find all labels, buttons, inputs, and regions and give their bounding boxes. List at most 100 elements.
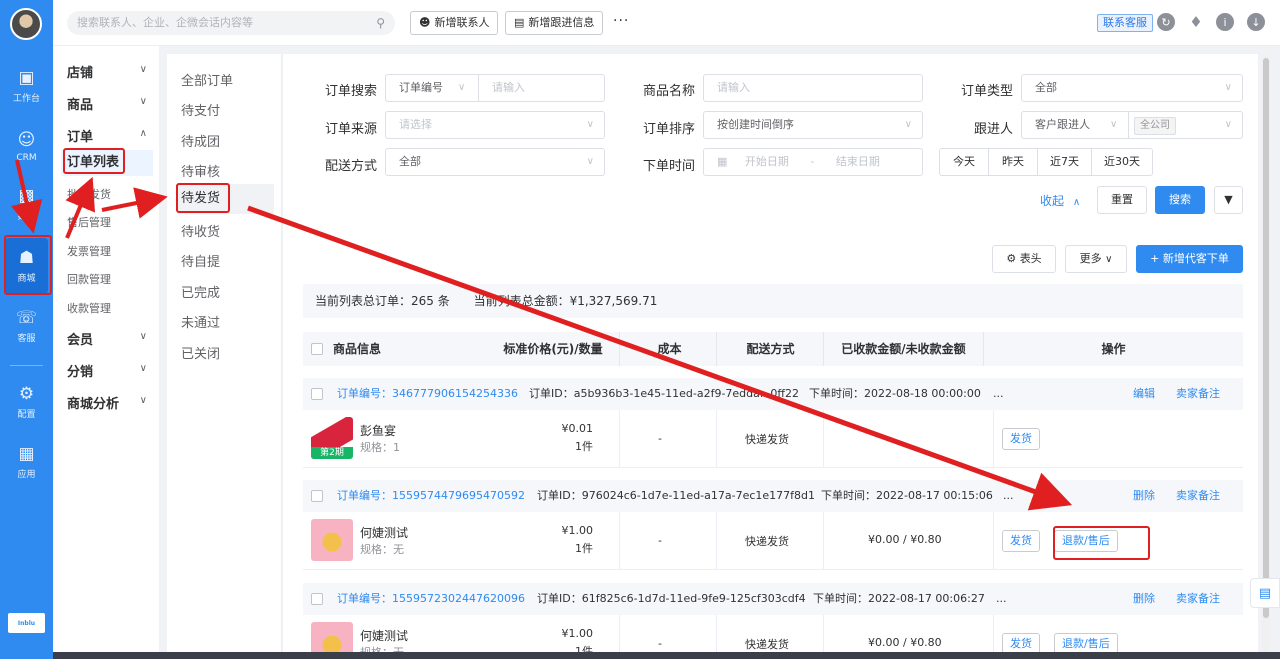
scrollbar[interactable] [1262,56,1270,654]
follower-select[interactable]: 客户跟进人 ∨ 全公司 ∨ [1021,111,1243,139]
chevron-down-icon: ∨ [139,395,147,406]
nav-group-member[interactable]: 会员 [67,329,93,348]
rail-item-apps[interactable]: ▦ 应用 [0,434,53,490]
end-date-input[interactable]: 结束日期 [836,155,880,168]
brand-logo: Inblu [8,613,45,633]
filter-icon[interactable]: ▼ [1214,186,1243,214]
collapse-filter-button[interactable]: 收起 ∧ [1040,192,1080,209]
status-closed[interactable]: 已关闭 [181,343,220,362]
divider [823,512,824,570]
more-menu-button[interactable]: ··· [613,13,629,29]
quick-today[interactable]: 今天 [939,148,989,176]
status-rejected[interactable]: 未通过 [181,312,220,331]
order-search-field[interactable]: 订单编号 ∨ 请输入 [385,74,605,102]
chevron-down-icon: ∨ [458,82,466,93]
rail-item-data[interactable]: ▩ 数据 [0,176,53,232]
global-search-input[interactable]: 搜索联系人、企业、企微会话内容等 ⚲ [67,11,395,35]
new-contact-button[interactable]: ☻ 新增联系人 [410,11,499,35]
more-label: 更多 [1079,252,1102,265]
sync-icon[interactable]: ↻ [1157,13,1175,31]
product-thumbnail: 第2期 [311,417,353,459]
rail-item-crm[interactable]: ☺ CRM [0,118,53,174]
order-sort-select[interactable]: 按创建时间倒序 ∨ [703,111,923,139]
nav-group-order[interactable]: 订单 [67,126,93,145]
order-type-select[interactable]: 全部 ∨ [1021,74,1243,102]
nav-invoice[interactable]: 发票管理 [67,243,111,259]
nav-group-store[interactable]: 店铺 [67,62,93,81]
contact-support-button[interactable]: 联系客服 [1097,14,1153,32]
search-button[interactable]: 搜索 [1155,186,1205,214]
status-pending-receive[interactable]: 待收货 [181,221,220,240]
order-checkbox[interactable] [311,593,323,605]
order-time-range[interactable]: ▦ 开始日期 - 结束日期 [703,148,923,176]
nav-batch-ship[interactable]: 批量发货 [67,186,111,202]
select-all-checkbox[interactable] [311,343,323,355]
nav-group-distribution[interactable]: 分销 [67,361,93,380]
taskbar-strip [53,652,1280,659]
nav-group-product[interactable]: 商品 [67,94,93,113]
status-pending-pay[interactable]: 待支付 [181,100,220,119]
nav-after-sale[interactable]: 售后管理 [67,214,111,230]
nav-payback[interactable]: 回款管理 [67,271,111,287]
nav-collection[interactable]: 收款管理 [67,300,111,316]
status-pending-review[interactable]: 待审核 [181,161,220,180]
order-time: 下单时间：2022-08-17 00:06:27 [813,592,985,605]
nav-group-analysis[interactable]: 商城分析 [67,393,119,412]
table-header-button[interactable]: ⚙ 表头 [992,245,1056,273]
order-search-type[interactable]: 订单编号 [399,81,443,94]
more-dropdown-button[interactable]: 更多 ∨ [1065,245,1127,273]
list-summary: 当前列表总订单：265 条 当前列表总金额：¥1,327,569.71 [303,284,1243,318]
quick-7days[interactable]: 近7天 [1037,148,1092,176]
rail-item-service[interactable]: ☏ 客服 [0,298,53,354]
status-pending-group[interactable]: 待成团 [181,131,220,150]
paid-unpaid-amount: ¥0.00 / ¥0.80 [868,533,942,546]
info-icon[interactable]: i [1216,13,1234,31]
book-icon[interactable]: ▤ [1250,578,1280,608]
rail-item-workbench[interactable]: ▣ 工作台 [0,58,53,114]
new-followup-button[interactable]: ▤ 新增跟进信息 [505,11,604,35]
delivery-select[interactable]: 全部 ∨ [385,148,605,176]
order-header: 订单编号：1559574479695470592 订单ID：976024c6-1… [303,480,1243,512]
product-name-input[interactable]: 请输入 [703,74,923,102]
status-pending-pickup[interactable]: 待自提 [181,251,220,270]
order-number-link[interactable]: 订单编号：1559574479695470592 [337,480,525,512]
new-followup-label: 新增跟进信息 [528,16,595,29]
order-checkbox[interactable] [311,388,323,400]
order-search-input[interactable]: 请输入 [478,75,525,101]
start-date-input[interactable]: 开始日期 [745,155,789,168]
bell-icon[interactable]: ♦ [1187,13,1205,31]
divider [716,410,717,468]
order-ellipsis: ... [993,387,1004,400]
delete-link[interactable]: 删除 [1133,480,1155,512]
divider [993,410,994,468]
add-proxy-order-button[interactable]: + 新增代客下单 [1136,245,1243,273]
reset-button[interactable]: 重置 [1097,186,1147,214]
user-avatar[interactable] [10,8,42,40]
order-time: 下单时间：2022-08-18 00:00:00 [809,387,981,400]
status-completed[interactable]: 已完成 [181,282,220,301]
seller-note-link[interactable]: 卖家备注 [1176,583,1220,615]
chevron-down-icon: ∨ [139,64,147,75]
order-source-select[interactable]: 请选择 ∨ [385,111,605,139]
scrollbar-thumb[interactable] [1263,58,1269,618]
quick-yesterday[interactable]: 昨天 [988,148,1038,176]
search-placeholder: 搜索联系人、企业、企微会话内容等 [77,16,253,29]
gear-icon: ⚙ [1006,252,1017,265]
product-price: ¥1.00 [561,524,594,537]
order-number-link[interactable]: 订单编号：346777906154254336 [337,378,518,410]
ship-button[interactable]: 发货 [1002,530,1040,552]
download-icon[interactable]: ↓ [1247,13,1265,31]
status-all[interactable]: 全部订单 [181,70,233,89]
seller-note-link[interactable]: 卖家备注 [1176,378,1220,410]
order-number-link[interactable]: 订单编号：1559572302447620096 [337,583,525,615]
ship-button[interactable]: 发货 [1002,428,1040,450]
order-checkbox[interactable] [311,490,323,502]
delete-link[interactable]: 删除 [1133,583,1155,615]
quick-30days[interactable]: 近30天 [1091,148,1153,176]
edit-link[interactable]: 编辑 [1133,378,1155,410]
rail-divider [10,365,43,366]
annotation-box-pending-ship [176,183,230,213]
seller-note-link[interactable]: 卖家备注 [1176,480,1220,512]
rail-item-config[interactable]: ⚙ 配置 [0,374,53,430]
delivery-value: 全部 [399,155,421,168]
